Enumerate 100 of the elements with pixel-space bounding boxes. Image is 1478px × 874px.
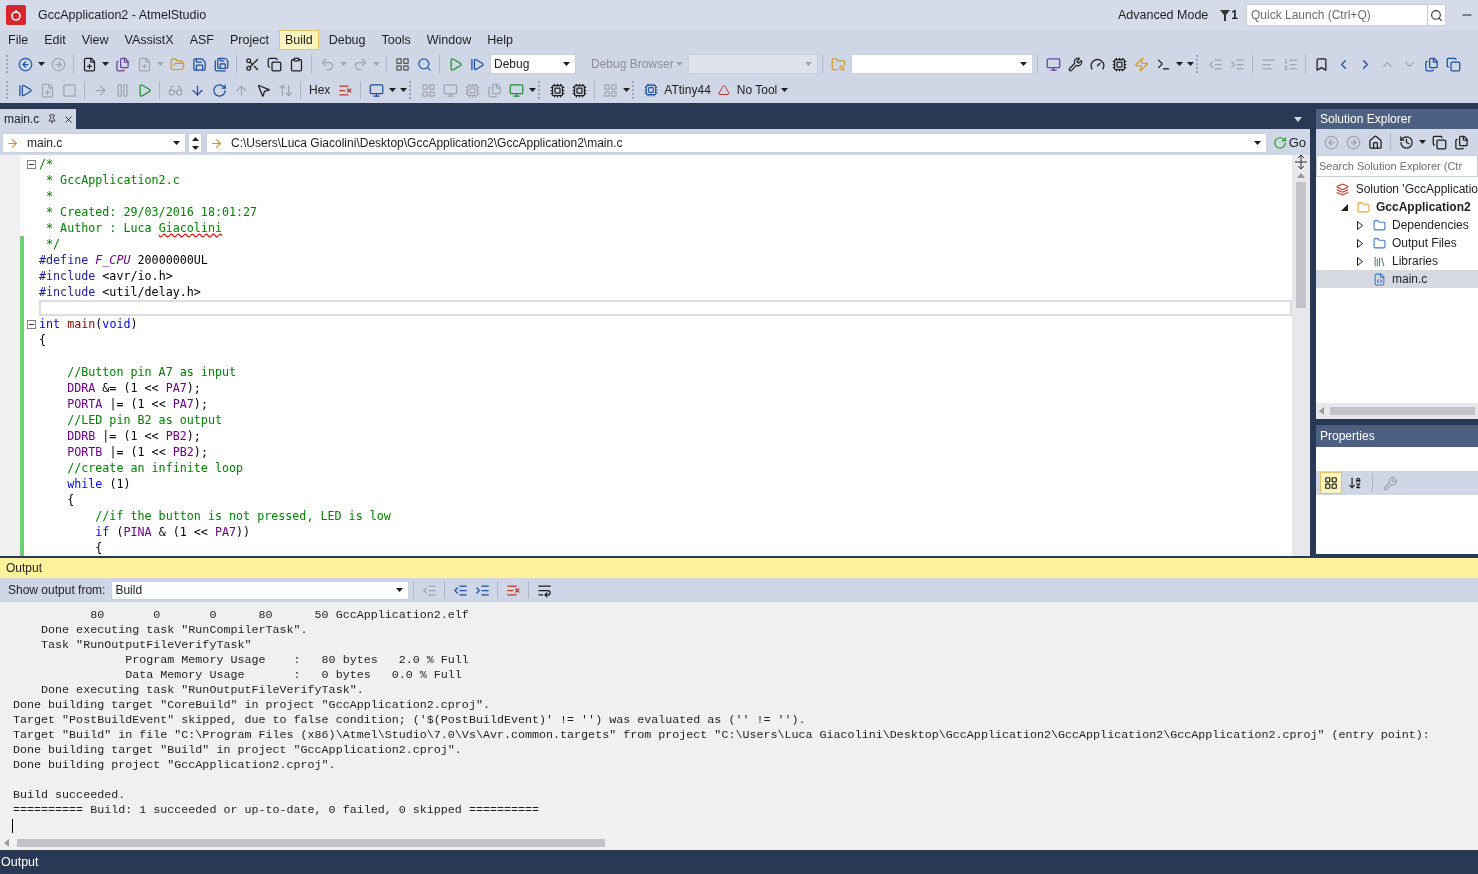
- code-line: /*: [39, 156, 55, 172]
- tree-label: Dependencies: [1392, 217, 1469, 234]
- code-line: while (1): [66, 476, 132, 492]
- collapse-icon[interactable]: [27, 159, 36, 169]
- configuration-dropdown[interactable]: Debug: [490, 54, 576, 74]
- menu-item[interactable]: VAssistX: [118, 30, 180, 50]
- output-line: Build succeeded.: [13, 788, 127, 803]
- device-button[interactable]: ATtiny44: [662, 81, 713, 99]
- horizontal-scrollbar[interactable]: [1316, 403, 1478, 419]
- menu-item[interactable]: Window: [420, 30, 478, 50]
- caret-icon: [157, 62, 164, 66]
- caret-icon: [396, 588, 404, 592]
- output-line: ========== Build: 1 succeeded or up-to-date, 0 failed, 0 skipped ==========: [13, 803, 541, 818]
- toolbar-grip[interactable]: [6, 55, 10, 73]
- toolbar-grip[interactable]: [632, 81, 637, 99]
- caret-icon: [675, 62, 683, 66]
- caret-icon: [173, 141, 180, 145]
- hex-button[interactable]: Hex: [305, 81, 335, 99]
- close-icon[interactable]: [63, 113, 75, 125]
- scroll-left-icon[interactable]: [1319, 407, 1324, 415]
- code-line: //Button pin A7 as input: [66, 364, 238, 380]
- code-line: {: [39, 332, 48, 348]
- tree-item[interactable]: Output Files: [1316, 234, 1478, 252]
- scrollbar-thumb[interactable]: [1296, 182, 1306, 308]
- menu-item[interactable]: Tools: [375, 30, 417, 50]
- arrow-right-icon: [210, 136, 223, 150]
- go-button[interactable]: Go: [1288, 133, 1308, 153]
- menu-item[interactable]: View: [75, 30, 115, 50]
- tree-item[interactable]: main.c: [1316, 270, 1478, 288]
- output-line: Done executing task "RunCompilerTask".: [40, 623, 309, 638]
- app-logo-icon: [6, 5, 26, 25]
- menu-item[interactable]: Debug: [322, 30, 372, 50]
- pin-icon[interactable]: [47, 114, 58, 124]
- toolbar-grip[interactable]: [538, 81, 543, 99]
- scroll-up-icon[interactable]: [1297, 173, 1305, 178]
- toolbar-grip[interactable]: [6, 81, 10, 99]
- collapsed-icon[interactable]: [1357, 220, 1363, 230]
- caret-icon: [529, 88, 537, 92]
- tool-button[interactable]: No Tool: [734, 81, 780, 99]
- caret-down-icon[interactable]: [191, 145, 199, 150]
- panel-header: Properties: [1316, 425, 1478, 447]
- caret-up-icon[interactable]: [191, 136, 199, 141]
- spin-button[interactable]: [188, 133, 202, 153]
- search-icon[interactable]: [1428, 4, 1446, 26]
- expanded-icon[interactable]: [1340, 203, 1348, 211]
- categorized-button[interactable]: [1320, 472, 1342, 494]
- code-line: if (PINA & (1 << PA7)): [94, 524, 252, 540]
- code-line: DDRA &= (1 << PA7);: [66, 380, 202, 396]
- caret-icon: [563, 62, 570, 66]
- sort-icon: [1348, 476, 1362, 490]
- menu-item[interactable]: Help: [481, 30, 519, 50]
- mode-label: Advanced Mode: [1117, 6, 1209, 24]
- caret-icon: [1419, 140, 1426, 144]
- output-line: Done executing task "RunOutputFileVerifyTask".: [40, 683, 365, 698]
- collapsed-icon[interactable]: [1357, 238, 1363, 248]
- code-line: PORTB |= (1 << PB2);: [66, 444, 209, 460]
- code-line: //create an infinite loop: [66, 460, 245, 476]
- panel-header: Solution Explorer: [1316, 109, 1478, 129]
- tree-item[interactable]: Libraries: [1316, 252, 1478, 270]
- code-line: #include <util/delay.h>: [39, 284, 202, 300]
- collapsed-icon[interactable]: [1357, 256, 1363, 266]
- dropdown-icon[interactable]: [1294, 116, 1302, 122]
- text-cursor: [12, 819, 13, 833]
- grid-icon: [1324, 476, 1338, 490]
- menu-item[interactable]: ASF: [183, 30, 220, 50]
- caret-icon: [373, 62, 380, 66]
- editor-tab[interactable]: main.c: [0, 109, 77, 129]
- split-icon[interactable]: [1295, 155, 1307, 169]
- code-line: //if the button is not pressed, LED is low: [94, 508, 392, 524]
- quick-launch-field[interactable]: Quick Launch (Ctrl+Q): [1246, 4, 1428, 26]
- file-dropdown[interactable]: main.c: [2, 133, 186, 153]
- code-line: * Created: 29/03/2016 18:01:27: [45, 204, 259, 220]
- path-dropdown[interactable]: C:\Users\Luca Giacolini\Desktop\GccApplication2\GccApplication2\main.c: [206, 133, 1267, 153]
- tree-item[interactable]: Dependencies: [1316, 216, 1478, 234]
- menu-item[interactable]: Build: [278, 30, 319, 50]
- search-field[interactable]: Search Solution Explorer (Ctr: [1316, 155, 1478, 177]
- tree-label: Solution 'GccApplicatio: [1355, 181, 1478, 198]
- code-line: int main(void): [39, 316, 139, 332]
- menu-item[interactable]: File: [2, 30, 35, 50]
- notification-count[interactable]: 1: [1231, 6, 1238, 24]
- collapse-icon[interactable]: [27, 319, 36, 329]
- output-line: 80 0 0 80 50 GccApplication2.elf: [89, 608, 470, 623]
- toolbar-grip[interactable]: [1196, 55, 1200, 73]
- code-line: */: [45, 236, 62, 252]
- tree-label: Libraries: [1392, 253, 1439, 270]
- source-dropdown[interactable]: Build: [111, 580, 410, 600]
- toolbar-grip[interactable]: [409, 81, 414, 99]
- output-line: Task "RunOutputFileVerifyTask": [40, 638, 253, 653]
- caret-icon: [340, 62, 347, 66]
- tree-item[interactable]: GccApplication2: [1316, 198, 1478, 216]
- tree-item[interactable]: Solution 'GccApplicatio: [1316, 180, 1478, 198]
- scroll-left-icon[interactable]: [4, 839, 9, 847]
- caret-icon: [623, 88, 631, 92]
- code-line: PORTA |= (1 << PA7);: [66, 396, 209, 412]
- caret-icon: [781, 88, 789, 92]
- arrow-right-icon: [6, 136, 19, 150]
- code-line: #include <avr/io.h>: [39, 268, 174, 284]
- find-field[interactable]: [851, 54, 1033, 74]
- menu-item[interactable]: Edit: [38, 30, 72, 50]
- menu-item[interactable]: Project: [224, 30, 275, 50]
